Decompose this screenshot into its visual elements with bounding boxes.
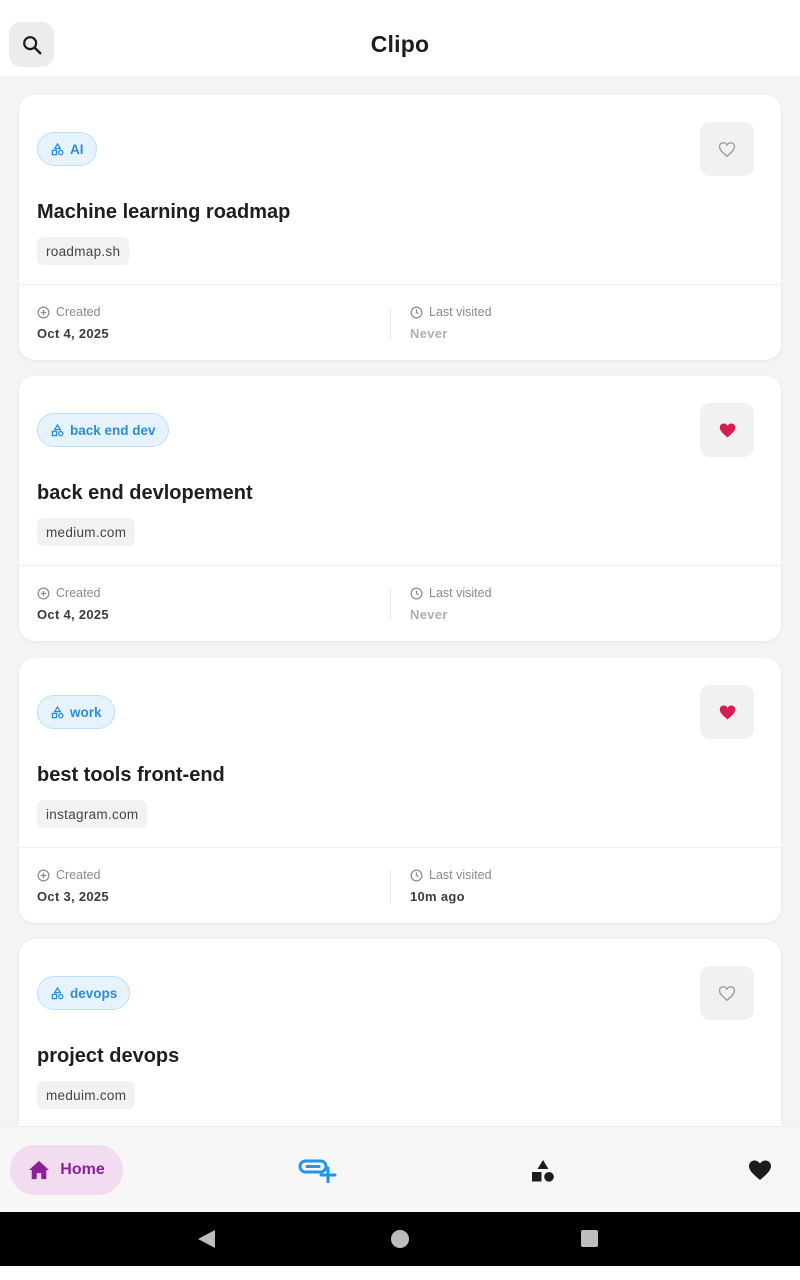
last-visited-label: Last visited — [429, 305, 492, 319]
domain-chip: meduim.com — [37, 1081, 136, 1109]
domain-chip: roadmap.sh — [37, 237, 130, 265]
category-tag-label: work — [70, 704, 102, 720]
meta-separator — [390, 588, 391, 621]
last-visited-info: Last visited 10m ago — [410, 868, 492, 904]
meta-separator — [390, 307, 391, 340]
heart-filled-icon — [719, 423, 735, 437]
bookmark-card[interactable]: devops project devops meduim.com — [19, 939, 781, 1126]
last-visited-label: Last visited — [429, 868, 492, 882]
created-date: Oct 4, 2025 — [37, 607, 109, 622]
app-bar: Clipo — [0, 12, 800, 76]
last-visited-value: 10m ago — [410, 889, 465, 904]
system-home-button[interactable] — [391, 1230, 409, 1248]
created-date: Oct 4, 2025 — [37, 326, 109, 341]
favorite-button[interactable] — [700, 403, 754, 457]
search-icon — [22, 35, 41, 54]
favorite-button[interactable] — [700, 122, 754, 176]
clock-icon — [410, 306, 423, 318]
last-visited-label: Last visited — [429, 586, 492, 600]
meta-separator — [390, 870, 391, 903]
domain-chip: instagram.com — [37, 800, 148, 828]
created-label: Created — [56, 586, 101, 600]
domain-chip: medium.com — [37, 518, 136, 546]
favorites-heart-icon — [749, 1160, 771, 1180]
nav-favorites-button[interactable] — [748, 1159, 772, 1181]
bookmark-card[interactable]: AI Machine learning roadmap roadmap.sh C… — [19, 95, 781, 360]
bookmark-title[interactable]: Machine learning roadmap — [37, 201, 290, 224]
category-shapes-icon — [51, 423, 64, 436]
category-tag[interactable]: devops — [37, 976, 131, 1010]
bottom-edge — [0, 1266, 800, 1280]
nav-categories-button[interactable] — [531, 1159, 555, 1183]
category-tag-label: AI — [70, 141, 84, 157]
plus-circle-icon — [37, 587, 50, 599]
created-label: Created — [56, 868, 101, 882]
created-info: Created Oct 3, 2025 — [37, 868, 109, 904]
nav-home-label: Home — [60, 1161, 105, 1178]
heart-filled-icon — [719, 705, 735, 719]
created-label: Created — [56, 305, 101, 319]
add-link-icon — [298, 1159, 337, 1183]
favorite-button[interactable] — [700, 966, 754, 1020]
nav-home-button[interactable]: Home — [10, 1145, 123, 1195]
home-icon — [29, 1160, 50, 1180]
category-tag[interactable]: back end dev — [37, 413, 169, 447]
system-navigation-bar — [0, 1212, 800, 1266]
bookmark-title[interactable]: back end devlopement — [37, 482, 253, 505]
system-recents-button[interactable] — [581, 1230, 598, 1247]
nav-add-link-button[interactable] — [298, 1157, 338, 1183]
category-shapes-icon — [51, 142, 64, 155]
bookmark-title[interactable]: project devops — [37, 1045, 179, 1068]
search-button[interactable] — [9, 22, 54, 67]
last-visited-value: Never — [410, 326, 448, 341]
plus-circle-icon — [37, 869, 50, 881]
last-visited-value: Never — [410, 607, 448, 622]
created-info: Created Oct 4, 2025 — [37, 305, 109, 341]
categories-icon — [532, 1160, 554, 1182]
app-root: Clipo AI Machine learning roadmap roadma… — [0, 0, 800, 1280]
card-divider — [19, 284, 781, 285]
bottom-navigation: Home — [0, 1126, 800, 1212]
bookmark-list[interactable]: AI Machine learning roadmap roadmap.sh C… — [0, 76, 800, 1126]
page-title: Clipo — [370, 30, 430, 57]
category-tag-label: back end dev — [70, 422, 156, 438]
heart-outline-icon — [718, 141, 736, 157]
system-back-button[interactable] — [198, 1230, 215, 1248]
heart-outline-icon — [718, 985, 736, 1001]
plus-circle-icon — [37, 306, 50, 318]
created-info: Created Oct 4, 2025 — [37, 586, 109, 622]
bookmark-title[interactable]: best tools front-end — [37, 764, 225, 787]
clock-icon — [410, 587, 423, 599]
created-date: Oct 3, 2025 — [37, 889, 109, 904]
favorite-button[interactable] — [700, 685, 754, 739]
category-shapes-icon — [51, 705, 64, 718]
bookmark-card[interactable]: back end dev back end devlopement medium… — [19, 376, 781, 641]
category-shapes-icon — [51, 986, 64, 999]
bookmark-card[interactable]: work best tools front-end instagram.com … — [19, 658, 781, 923]
category-tag[interactable]: work — [37, 695, 115, 729]
clock-icon — [410, 869, 423, 881]
category-tag-label: devops — [70, 985, 118, 1001]
card-divider — [19, 565, 781, 566]
last-visited-info: Last visited Never — [410, 586, 492, 622]
card-divider — [19, 847, 781, 848]
status-bar — [0, 0, 800, 17]
category-tag[interactable]: AI — [37, 132, 97, 166]
last-visited-info: Last visited Never — [410, 305, 492, 341]
